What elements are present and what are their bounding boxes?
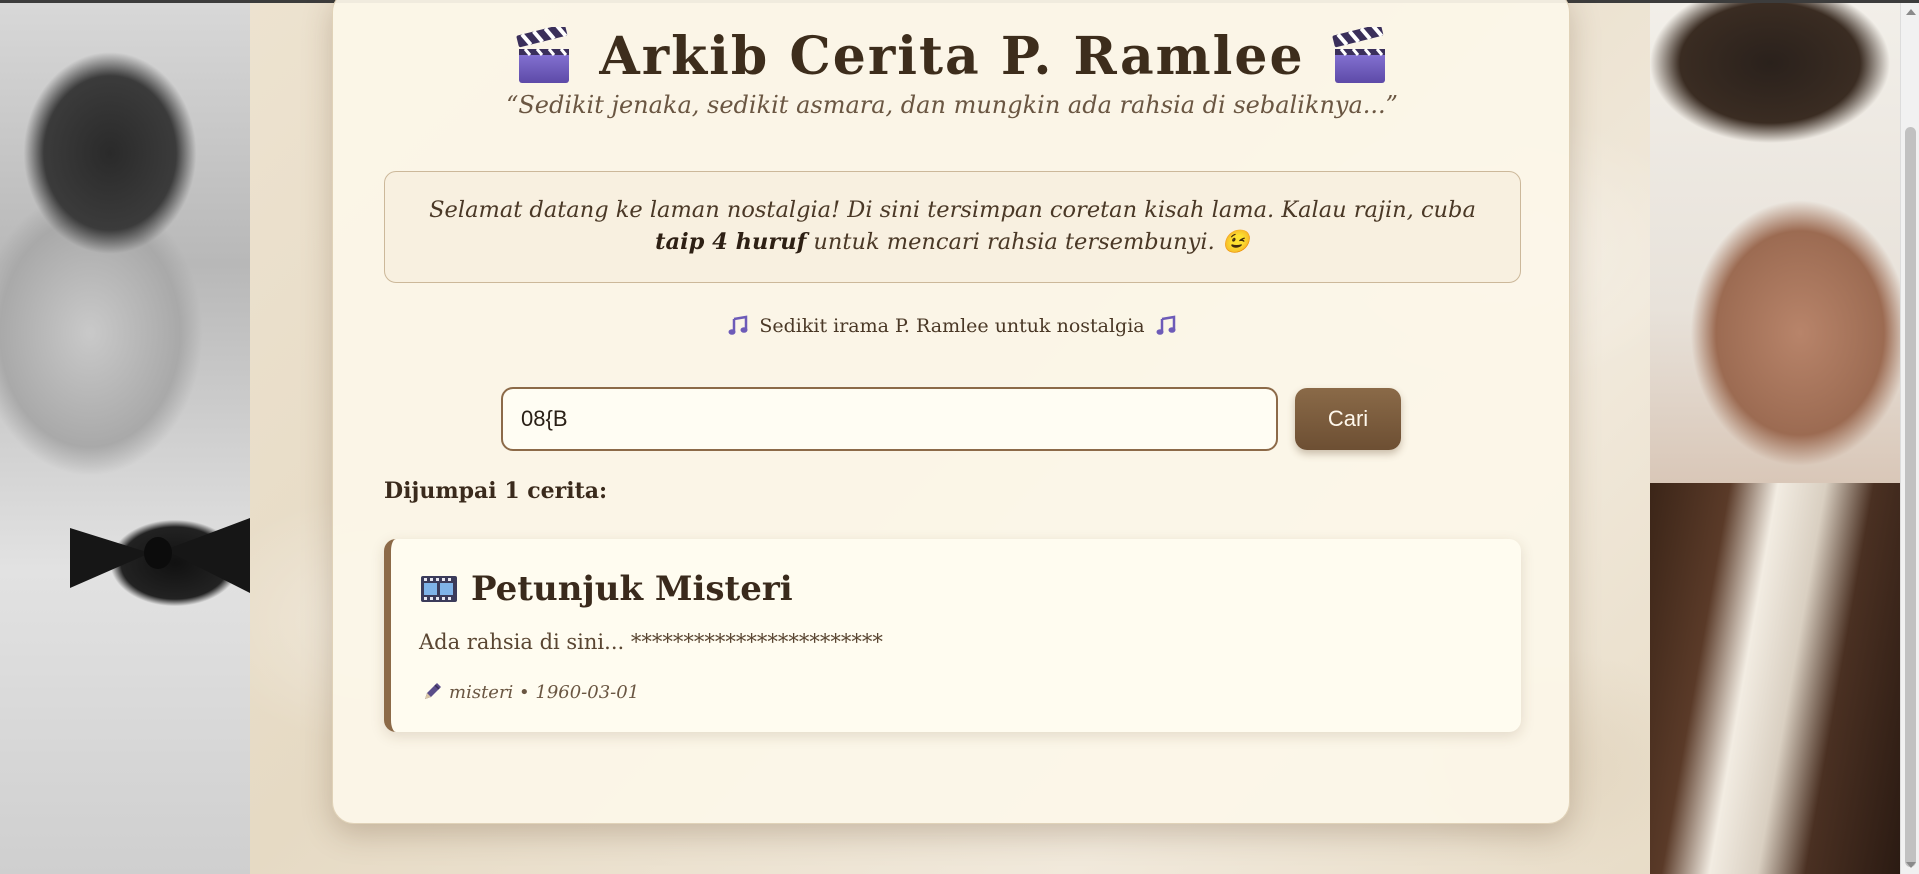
clapperboard-icon bbox=[516, 27, 570, 83]
welcome-bold-hint: taip 4 huruf bbox=[655, 229, 807, 255]
search-bar: Cari bbox=[501, 386, 1401, 452]
welcome-message: Selamat datang ke laman nostalgia! Di si… bbox=[384, 171, 1521, 283]
scroll-thumb[interactable] bbox=[1905, 127, 1916, 867]
music-notes-icon bbox=[1156, 315, 1176, 335]
clapperboard-icon bbox=[1332, 27, 1385, 83]
page-title: Arkib Cerita P. Ramlee bbox=[599, 25, 1305, 87]
search-input[interactable] bbox=[501, 387, 1278, 451]
story-card[interactable]: Petunjuk Misteri Ada rahsia di sini... *… bbox=[384, 539, 1521, 732]
wink-emoji-icon: 😉 bbox=[1221, 229, 1250, 255]
story-title-row: Petunjuk Misteri bbox=[421, 569, 793, 609]
story-meta-text: misteri • 1960-03-01 bbox=[449, 681, 640, 703]
page-tagline: “Sedikit jenaka, sedikit asmara, dan mun… bbox=[506, 91, 1398, 119]
music-notes-icon bbox=[728, 315, 748, 335]
film-frames-icon bbox=[421, 576, 457, 602]
pen-icon bbox=[425, 683, 441, 699]
left-portrait-photo bbox=[0, 3, 250, 874]
vertical-scrollbar[interactable] bbox=[1900, 3, 1919, 874]
search-button[interactable]: Cari bbox=[1295, 388, 1401, 450]
scroll-up-arrow-icon[interactable] bbox=[1906, 9, 1916, 15]
page-header: Arkib Cerita P. Ramlee bbox=[333, 21, 1571, 91]
welcome-text-end: untuk mencari rahsia tersembunyi. bbox=[806, 229, 1215, 255]
music-label: Sedikit irama P. Ramlee untuk nostalgia bbox=[759, 315, 1145, 337]
story-title: Petunjuk Misteri bbox=[471, 569, 793, 609]
scroll-down-arrow-icon[interactable] bbox=[1906, 862, 1916, 868]
main-card: Arkib Cerita P. Ramlee “Sedikit jenaka, … bbox=[332, 0, 1570, 824]
bowtie-shape bbox=[70, 518, 250, 593]
music-player-label: Sedikit irama P. Ramlee untuk nostalgia bbox=[333, 313, 1571, 339]
story-meta: misteri • 1960-03-01 bbox=[421, 681, 639, 703]
right-portrait-photo bbox=[1650, 3, 1900, 874]
scarf-shape bbox=[1650, 483, 1900, 874]
story-excerpt: Ada rahsia di sini... ******************… bbox=[419, 630, 883, 654]
result-count: Dijumpai 1 cerita: bbox=[384, 478, 608, 504]
welcome-text: Selamat datang ke laman nostalgia! Di si… bbox=[429, 197, 1476, 223]
